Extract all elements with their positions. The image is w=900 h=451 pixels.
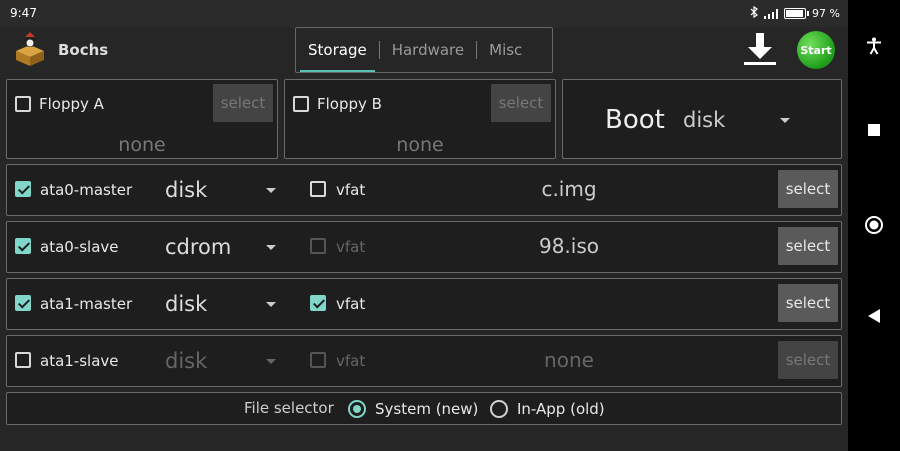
ata0-slave-vfat-checkbox[interactable]	[310, 238, 326, 254]
boot-device-dropdown[interactable]: disk	[681, 100, 801, 140]
app-title: Bochs	[58, 41, 109, 59]
ata0-slave-select-button[interactable]: select	[778, 227, 838, 265]
file-selector-label: File selector	[244, 399, 334, 417]
ata0-master-vfat-label: vfat	[336, 181, 366, 199]
file-selector-panel: File selector System (new) In-App (old)	[6, 392, 842, 425]
chevron-down-icon	[780, 118, 790, 123]
ata1-master-vfat-checkbox[interactable]	[310, 295, 326, 311]
ata0-slave-vfat-label: vfat	[336, 238, 366, 256]
ata0-master-type: disk	[165, 178, 208, 202]
ata0-slave-label: ata0-slave	[40, 238, 119, 256]
drive-row-ata1-master: ata1-master disk vfat select	[6, 278, 842, 330]
ata1-slave-select-button[interactable]: select	[778, 341, 838, 379]
status-bar: 9:47 97 %	[0, 0, 848, 27]
recents-icon[interactable]	[848, 124, 900, 136]
floppy-a-label: Floppy A	[39, 95, 104, 113]
ata1-slave-checkbox[interactable]	[15, 352, 31, 368]
floppy-a-panel: Floppy A select none	[6, 79, 278, 159]
floppy-a-checkbox[interactable]	[15, 96, 31, 112]
floppy-b-panel: Floppy B select none	[284, 79, 556, 159]
ata1-master-vfat-label: vfat	[336, 295, 366, 313]
tab-misc[interactable]: Misc	[477, 28, 534, 72]
android-nav-bar	[848, 0, 900, 451]
file-selector-inapp-option[interactable]: In-App (old)	[489, 395, 619, 421]
ata1-master-select-button[interactable]: select	[778, 284, 838, 322]
floppy-b-file: none	[396, 134, 444, 156]
ata1-slave-vfat-checkbox[interactable]	[310, 352, 326, 368]
drive-row-ata1-slave: ata1-slave disk vfat none select	[6, 335, 842, 387]
chevron-down-icon	[266, 188, 276, 193]
boot-device-value: disk	[683, 108, 726, 132]
ata0-slave-file: 98.iso	[538, 234, 600, 258]
file-selector-system-option[interactable]: System (new)	[347, 395, 482, 421]
bochs-logo-icon	[12, 31, 48, 67]
radio-system[interactable]	[348, 400, 366, 418]
back-icon[interactable]	[848, 309, 900, 323]
radio-system-label: System (new)	[375, 400, 479, 418]
ata0-master-select-button[interactable]: select	[778, 170, 838, 208]
tab-bar: Storage Hardware Misc	[295, 27, 553, 73]
ata0-master-checkbox[interactable]	[15, 181, 31, 197]
download-icon	[744, 33, 776, 65]
radio-inapp[interactable]	[490, 400, 508, 418]
radio-inapp-label: In-App (old)	[517, 400, 605, 418]
floppy-b-label: Floppy B	[317, 95, 382, 113]
app-bar: Bochs Storage Hardware Misc Start	[0, 27, 848, 73]
drive-row-ata0-master: ata0-master disk vfat c.img select	[6, 164, 842, 216]
start-button[interactable]: Start	[797, 31, 835, 69]
boot-panel: Boot disk	[562, 79, 842, 159]
floppy-a-select-button[interactable]: select	[213, 84, 273, 122]
ata1-master-type: disk	[165, 292, 208, 316]
chevron-down-icon	[266, 245, 276, 250]
chevron-down-icon	[266, 359, 276, 364]
ata1-slave-label: ata1-slave	[40, 352, 119, 370]
ata0-master-file: c.img	[541, 177, 597, 201]
accessibility-icon[interactable]	[848, 37, 900, 55]
floppy-b-checkbox[interactable]	[293, 96, 309, 112]
status-icons: 97 %	[750, 5, 840, 21]
ata1-master-label: ata1-master	[40, 295, 133, 313]
battery-level: 97 %	[812, 7, 840, 20]
status-time: 9:47	[10, 6, 37, 20]
ata0-master-type-dropdown[interactable]: disk	[165, 173, 283, 209]
tab-hardware[interactable]: Hardware	[380, 28, 476, 72]
ata1-slave-file: none	[544, 348, 594, 372]
ata0-master-label: ata0-master	[40, 181, 133, 199]
ata1-slave-vfat-label: vfat	[336, 352, 366, 370]
home-icon[interactable]	[848, 215, 900, 235]
signal-icon	[764, 8, 779, 19]
floppy-a-file: none	[118, 134, 166, 156]
ata0-master-vfat-checkbox[interactable]	[310, 181, 326, 197]
ata0-slave-type: cdrom	[165, 235, 232, 259]
ata0-slave-type-dropdown[interactable]: cdrom	[165, 230, 283, 266]
ata1-master-type-dropdown[interactable]: disk	[165, 287, 283, 323]
ata1-master-checkbox[interactable]	[15, 295, 31, 311]
tab-storage[interactable]: Storage	[296, 28, 379, 72]
ata1-slave-type-dropdown[interactable]: disk	[165, 344, 283, 380]
ata1-slave-type: disk	[165, 349, 208, 373]
floppy-b-select-button[interactable]: select	[491, 84, 551, 122]
bluetooth-icon	[750, 5, 758, 21]
battery-icon	[784, 8, 810, 19]
chevron-down-icon	[266, 302, 276, 307]
ata0-slave-checkbox[interactable]	[15, 238, 31, 254]
app-window: 9:47 97 % Bochs Storage Hardware Misc St…	[0, 0, 848, 451]
drive-row-ata0-slave: ata0-slave cdrom vfat 98.iso select	[6, 221, 842, 273]
download-button[interactable]	[740, 31, 780, 67]
boot-label: Boot	[605, 105, 665, 135]
